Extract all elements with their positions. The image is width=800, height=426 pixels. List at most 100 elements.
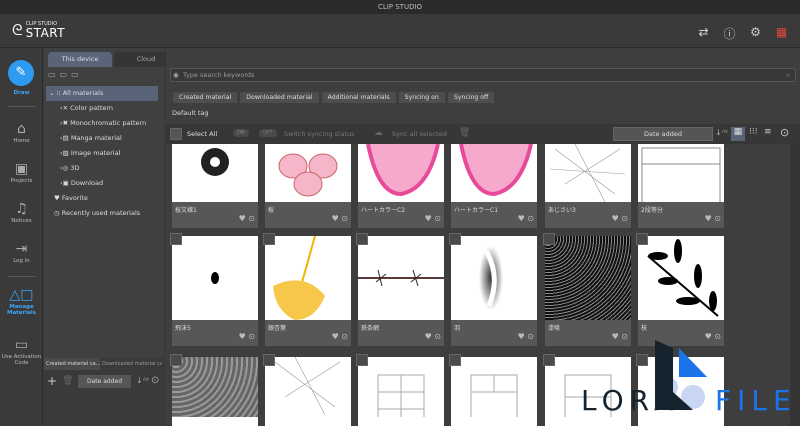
material-card[interactable]: 2段等分 ♥ ⊙ bbox=[638, 144, 724, 228]
material-card[interactable] bbox=[636, 354, 724, 426]
list-view-icon[interactable]: ≡ bbox=[764, 127, 772, 137]
detail-arrow-icon[interactable]: ⊙ bbox=[527, 214, 534, 223]
heart-icon[interactable]: ♥ bbox=[612, 332, 619, 341]
card-checkbox[interactable] bbox=[263, 354, 275, 366]
detail-arrow-icon[interactable]: ⊙ bbox=[248, 332, 255, 341]
nav-notices[interactable]: ♫ Notices bbox=[0, 200, 43, 224]
detail-arrow-icon[interactable]: ⊙ bbox=[434, 214, 441, 223]
material-card[interactable] bbox=[170, 354, 258, 426]
card-checkbox[interactable] bbox=[543, 354, 555, 366]
sort-order-icon[interactable]: ↓ᴬᶻ bbox=[715, 128, 728, 137]
card-checkbox[interactable] bbox=[449, 354, 461, 366]
material-card[interactable]: ハートカラーC1 ♥ ⊙ bbox=[451, 144, 537, 228]
nav-manage-materials[interactable]: △□ Manage Materials bbox=[0, 286, 43, 316]
next-icon[interactable]: ⊙ bbox=[151, 375, 159, 386]
tree-favorite[interactable]: ♥ Favorite bbox=[46, 191, 158, 206]
tab-this-device[interactable]: This device bbox=[48, 52, 112, 67]
heart-icon[interactable]: ♥ bbox=[612, 214, 619, 223]
tree-color-pattern[interactable]: ›✕ Color pattern bbox=[46, 101, 158, 116]
nav-login[interactable]: ⇥ Log in bbox=[0, 240, 43, 264]
material-card[interactable] bbox=[449, 354, 537, 426]
detail-arrow-icon[interactable]: ⊙ bbox=[341, 214, 348, 223]
heart-icon[interactable]: ♥ bbox=[332, 332, 339, 341]
material-card[interactable]: ハートカラーC2 ♥ ⊙ bbox=[358, 144, 444, 228]
heart-icon[interactable]: ♥ bbox=[518, 332, 525, 341]
grid-scrollbar[interactable] bbox=[790, 144, 800, 426]
material-card[interactable]: 羽 ♥ ⊙ bbox=[449, 233, 537, 346]
material-card[interactable]: 鉄条網 ♥ ⊙ bbox=[356, 233, 444, 346]
nav-projects[interactable]: ▣ Projects bbox=[0, 160, 43, 184]
card-checkbox[interactable] bbox=[543, 233, 555, 245]
detail-arrow-icon[interactable]: ⊙ bbox=[714, 332, 721, 341]
card-checkbox[interactable] bbox=[636, 233, 648, 245]
sync-on-toggle[interactable]: ON bbox=[233, 129, 249, 137]
detail-arrow-icon[interactable]: ⊙ bbox=[527, 332, 534, 341]
large-grid-view-icon[interactable]: ▦ bbox=[731, 127, 745, 141]
card-checkbox[interactable] bbox=[356, 233, 368, 245]
heart-icon[interactable]: ♥ bbox=[425, 332, 432, 341]
next-icon[interactable]: ⊙ bbox=[780, 126, 789, 139]
detail-arrow-icon[interactable]: ⊙ bbox=[621, 332, 628, 341]
detail-arrow-icon[interactable]: ⊙ bbox=[714, 214, 721, 223]
material-card[interactable] bbox=[263, 354, 351, 426]
tree-recent[interactable]: ◷ Recently used materials bbox=[46, 206, 158, 221]
detail-arrow-icon[interactable]: ⊙ bbox=[248, 214, 255, 223]
heart-icon[interactable]: ♥ bbox=[705, 214, 712, 223]
card-checkbox[interactable] bbox=[263, 233, 275, 245]
apps-grid-icon[interactable]: ▦ bbox=[775, 25, 788, 42]
heart-icon[interactable]: ♥ bbox=[705, 332, 712, 341]
sync-off-toggle[interactable]: OFF bbox=[259, 129, 277, 137]
tree-3d[interactable]: ›◎ 3D bbox=[46, 161, 158, 176]
sync-selected-button[interactable]: Sync all selected bbox=[392, 130, 447, 138]
material-card[interactable]: 桜文様1 ♥ ⊙ bbox=[172, 144, 258, 228]
chip-syncing-on[interactable]: Syncing on bbox=[398, 92, 445, 103]
tree-download[interactable]: ›▣ Download bbox=[46, 176, 158, 191]
add-icon[interactable]: + bbox=[47, 374, 57, 388]
tree-image[interactable]: ›▨ Image material bbox=[46, 146, 158, 161]
material-card[interactable] bbox=[356, 354, 444, 426]
material-card[interactable]: 漆喰 ♥ ⊙ bbox=[543, 233, 631, 346]
detail-arrow-icon[interactable]: ⊙ bbox=[621, 214, 628, 223]
gear-icon[interactable]: ⚙ bbox=[749, 25, 762, 42]
tab-downloaded-category[interactable]: Downloaded material ca... bbox=[100, 358, 162, 370]
card-checkbox[interactable] bbox=[449, 233, 461, 245]
heart-icon[interactable]: ♥ bbox=[518, 214, 525, 223]
tree-manga[interactable]: ›▤ Manga material bbox=[46, 131, 158, 146]
heart-icon[interactable]: ♥ bbox=[239, 332, 246, 341]
draw-button[interactable]: ✎ bbox=[8, 60, 34, 86]
select-all-checkbox[interactable] bbox=[170, 128, 182, 140]
chip-syncing-off[interactable]: Syncing off bbox=[447, 92, 495, 103]
sort-select[interactable]: Date added bbox=[613, 127, 713, 141]
tab-created-category[interactable]: Created material ca... bbox=[44, 358, 100, 370]
card-checkbox[interactable] bbox=[636, 354, 648, 366]
material-card[interactable]: 銀杏葉 ♥ ⊙ bbox=[263, 233, 351, 346]
trash-icon[interactable]: 🗑 bbox=[62, 376, 73, 386]
card-checkbox[interactable] bbox=[356, 354, 368, 366]
material-card[interactable]: 桜 ♥ ⊙ bbox=[265, 144, 351, 228]
detail-arrow-icon[interactable]: ⊙ bbox=[434, 332, 441, 341]
material-card[interactable]: あじさい3 ♥ ⊙ bbox=[545, 144, 631, 228]
chip-additional[interactable]: Additional materials bbox=[321, 92, 396, 103]
search-input[interactable]: ◉ Type search keywords × bbox=[170, 68, 796, 82]
sync-arrows-icon[interactable]: ⇄ bbox=[697, 25, 710, 42]
nav-home[interactable]: ⌂ Home bbox=[0, 120, 43, 144]
trash-icon[interactable]: 🗑 bbox=[459, 128, 470, 138]
nav-activation[interactable]: ▭ Use Activation Code bbox=[0, 336, 43, 366]
help-icon[interactable]: ⓘ bbox=[723, 25, 736, 42]
category-sort-select[interactable]: Date added bbox=[78, 375, 131, 388]
small-grid-view-icon[interactable]: ⁝⁝⁝ bbox=[749, 127, 758, 137]
heart-icon[interactable]: ♥ bbox=[425, 214, 432, 223]
folder-tools[interactable]: ▭▭▭ bbox=[48, 70, 83, 79]
material-card[interactable]: 飛沫5 ♥ ⊙ bbox=[170, 233, 258, 346]
heart-icon[interactable]: ♥ bbox=[239, 214, 246, 223]
card-checkbox[interactable] bbox=[170, 354, 182, 366]
material-card[interactable] bbox=[543, 354, 631, 426]
chip-downloaded[interactable]: Downloaded material bbox=[240, 92, 319, 103]
tree-all-materials[interactable]: ⌄ ⁝⁝ All materials bbox=[46, 86, 158, 101]
material-card[interactable]: 枝 ♥ ⊙ bbox=[636, 233, 724, 346]
chip-created[interactable]: Created material bbox=[173, 92, 238, 103]
detail-arrow-icon[interactable]: ⊙ bbox=[341, 332, 348, 341]
tree-mono-pattern[interactable]: ›✖ Monochromatic pattern bbox=[46, 116, 158, 131]
heart-icon[interactable]: ♥ bbox=[332, 214, 339, 223]
card-checkbox[interactable] bbox=[170, 233, 182, 245]
